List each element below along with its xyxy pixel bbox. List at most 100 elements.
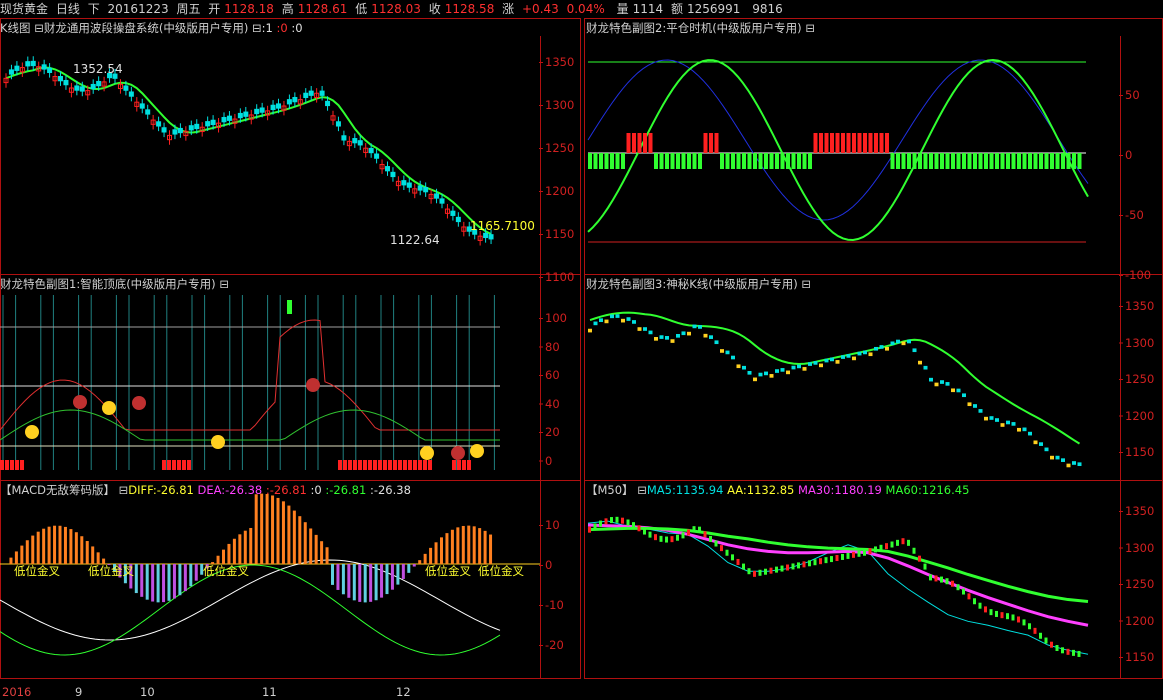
sub3-candle (1017, 427, 1021, 432)
sub1-bar (378, 460, 382, 470)
sub2-bar (989, 153, 994, 169)
ma-candle (896, 539, 899, 546)
y-tick-label: 1250 (545, 141, 575, 155)
sub3-candle (929, 377, 933, 382)
sub2-bar (923, 153, 928, 169)
candle-body (488, 234, 494, 240)
ma-candle (709, 535, 712, 542)
macd-bar (238, 534, 242, 564)
sub3-candle (791, 365, 796, 370)
candle-body (417, 185, 423, 191)
sub2-bar (918, 153, 922, 169)
x-label-month: 10 (140, 685, 155, 699)
candle-body (308, 90, 314, 96)
sub3-candle (918, 360, 922, 365)
macd-bar (314, 534, 318, 564)
sub1-signal (287, 300, 292, 314)
macd-bar (254, 494, 258, 564)
ma-candle (940, 576, 943, 583)
ma-candle (912, 547, 916, 554)
candle-body (188, 125, 194, 131)
sub2-bar (725, 153, 730, 169)
sub2-bar (610, 153, 614, 169)
sub2-bar (1072, 153, 1076, 169)
ma-candle (648, 531, 652, 538)
candle-body (139, 103, 145, 109)
ma-candle (879, 544, 883, 551)
macd-annotation: 低位金叉 (425, 564, 471, 578)
sub1-bar (383, 460, 387, 470)
sub2-bar (830, 133, 834, 153)
ma-candle (621, 517, 624, 524)
sub3-candle (780, 368, 785, 372)
macd-bar (25, 540, 29, 564)
macd-bar (483, 530, 487, 564)
sub3-candle (786, 370, 790, 375)
sub3-candle (1044, 447, 1049, 452)
macd-bar (69, 529, 73, 564)
candle-body (79, 86, 85, 92)
macd-bar (271, 495, 275, 564)
macd-bar (151, 564, 155, 602)
x-label-month: 9 (75, 685, 83, 699)
sub3-candle (797, 364, 801, 369)
ma-candle (786, 564, 789, 571)
sub3-candle (852, 356, 856, 361)
ma-candle (742, 563, 745, 570)
sub2-bar (747, 153, 752, 169)
ma-candle (1061, 647, 1064, 654)
macd-bar (369, 564, 373, 602)
sub3-candle (863, 350, 867, 355)
macd-bar (134, 564, 138, 594)
macd-bar (309, 528, 313, 564)
candle-body (123, 85, 129, 91)
ma-candle (676, 534, 679, 541)
sub3-candle (841, 355, 845, 359)
sub2-bar (945, 153, 950, 169)
macd-bar (47, 526, 51, 564)
sub2-bar (687, 153, 691, 169)
y-tick-label: 1300 (545, 98, 575, 112)
y-tick-label: 1150 (1125, 650, 1155, 664)
sub2-bar (1044, 153, 1049, 169)
candle-body (385, 166, 390, 172)
sub3-candle (615, 314, 620, 318)
candle-body (172, 129, 178, 135)
sub3-candle (720, 349, 724, 353)
sub3-candle (1028, 431, 1032, 436)
y-tick-label: -20 (545, 638, 564, 652)
sub1-signal-dot (451, 446, 465, 460)
sub1-signal-dot (420, 446, 434, 460)
sub2-bar (786, 153, 790, 169)
y-tick-label: -50 (1125, 208, 1144, 222)
macd-bar (162, 564, 166, 603)
ma-candle (956, 584, 960, 591)
chart-canvas[interactable] (0, 0, 1163, 700)
macd-bar (407, 564, 411, 573)
candle-body (439, 198, 445, 204)
sub1-bar (368, 460, 372, 470)
macd-bar (222, 549, 225, 564)
ma-candle (775, 566, 778, 573)
ma-candle (659, 535, 663, 542)
x-label-year: 2016 (2, 685, 32, 699)
sub3-candle (940, 380, 944, 384)
sub3-candle (901, 341, 906, 346)
sub1-signal-dot (470, 444, 484, 458)
macd-bar (249, 527, 253, 564)
ma-candle (797, 562, 800, 569)
sub3-candle (956, 388, 961, 393)
sub2-bar (648, 133, 653, 153)
sub2-bar (802, 153, 807, 169)
sub1-bar (418, 460, 422, 470)
macd-bar (140, 564, 144, 597)
ma-candle (813, 559, 817, 566)
macd-bar (478, 528, 482, 564)
ma-candle (764, 568, 767, 575)
ma-candle (681, 532, 685, 539)
sub2-bar (808, 153, 812, 169)
sub2-bar (813, 133, 818, 153)
sub3-candle (989, 416, 994, 420)
sub2-bar (951, 153, 955, 169)
y-tick-label: 50 (1125, 88, 1140, 102)
